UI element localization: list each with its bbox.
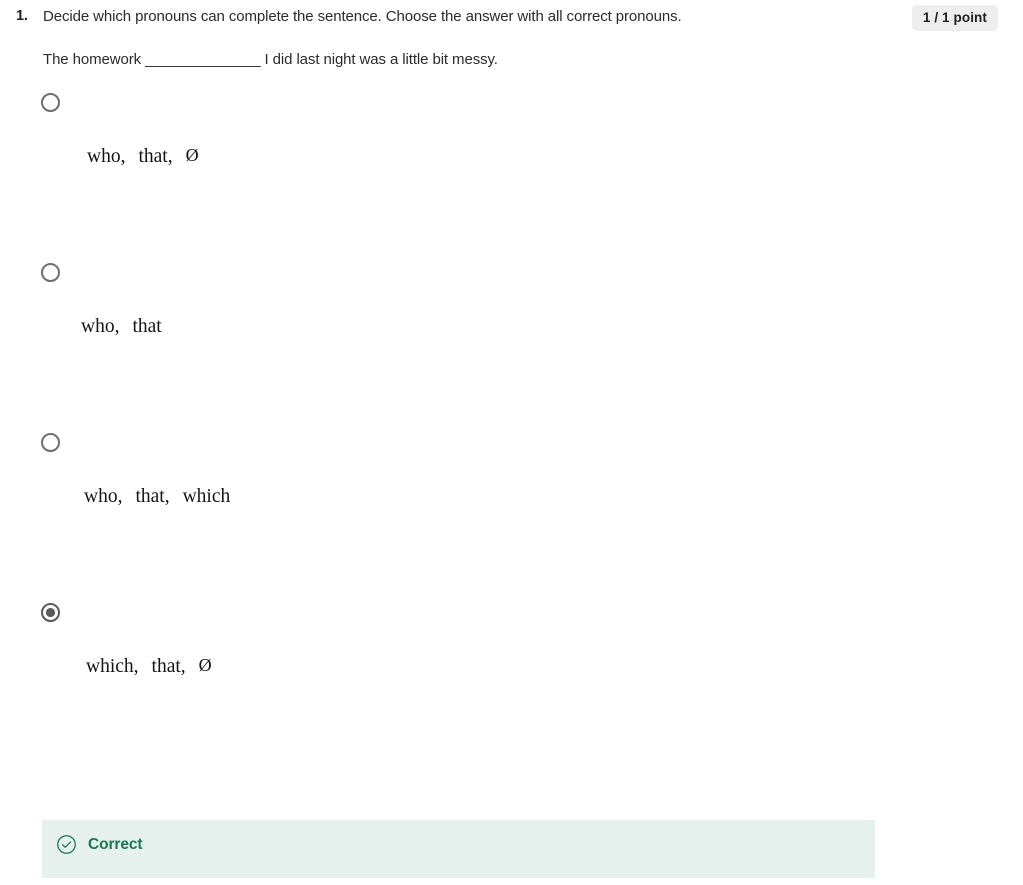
answer-options-list: who, that, Ø who, that who, that, which which…	[0, 88, 1023, 773]
answer-token: which	[182, 486, 231, 507]
answer-option-b[interactable]: who, that	[0, 258, 1023, 428]
answer-option-a[interactable]: who, that, Ø	[0, 88, 1023, 258]
answer-token: that,	[151, 656, 186, 677]
null-pronoun-symbol: Ø	[185, 145, 199, 165]
answer-option-d-label: which, that, Ø	[86, 655, 212, 678]
radio-button-a[interactable]	[41, 93, 60, 112]
radio-button-c[interactable]	[41, 433, 60, 452]
feedback-banner: Correct	[42, 820, 875, 878]
question-prompt: Decide which pronouns can complete the s…	[43, 8, 682, 25]
answer-token: that,	[135, 486, 170, 507]
answer-option-a-label: who, that, Ø	[87, 145, 199, 168]
answer-option-c[interactable]: who, that, which	[0, 428, 1023, 598]
answer-option-b-label: who, that	[81, 316, 162, 338]
answer-option-c-label: who, that, which	[84, 486, 230, 508]
answer-token: that,	[138, 146, 173, 167]
answer-option-d[interactable]: which, that, Ø	[0, 598, 1023, 773]
feedback-content: Correct	[56, 834, 143, 855]
answer-token: who,	[87, 146, 126, 167]
radio-button-d-selected[interactable]	[41, 603, 60, 622]
check-circle-icon	[57, 835, 76, 854]
question-sentence: The homework ______________ I did last n…	[43, 51, 498, 68]
points-badge: 1 / 1 point	[911, 5, 998, 31]
question-header: 1. Decide which pronouns can complete th…	[0, 0, 1023, 40]
answer-token: that	[132, 316, 162, 337]
answer-token: who,	[84, 486, 123, 507]
answer-token: which,	[86, 656, 139, 677]
feedback-label: Correct	[88, 835, 143, 853]
question-number: 1.	[16, 8, 28, 24]
null-pronoun-symbol: Ø	[198, 655, 212, 675]
radio-button-b[interactable]	[41, 263, 60, 282]
answer-token: who,	[81, 316, 120, 337]
